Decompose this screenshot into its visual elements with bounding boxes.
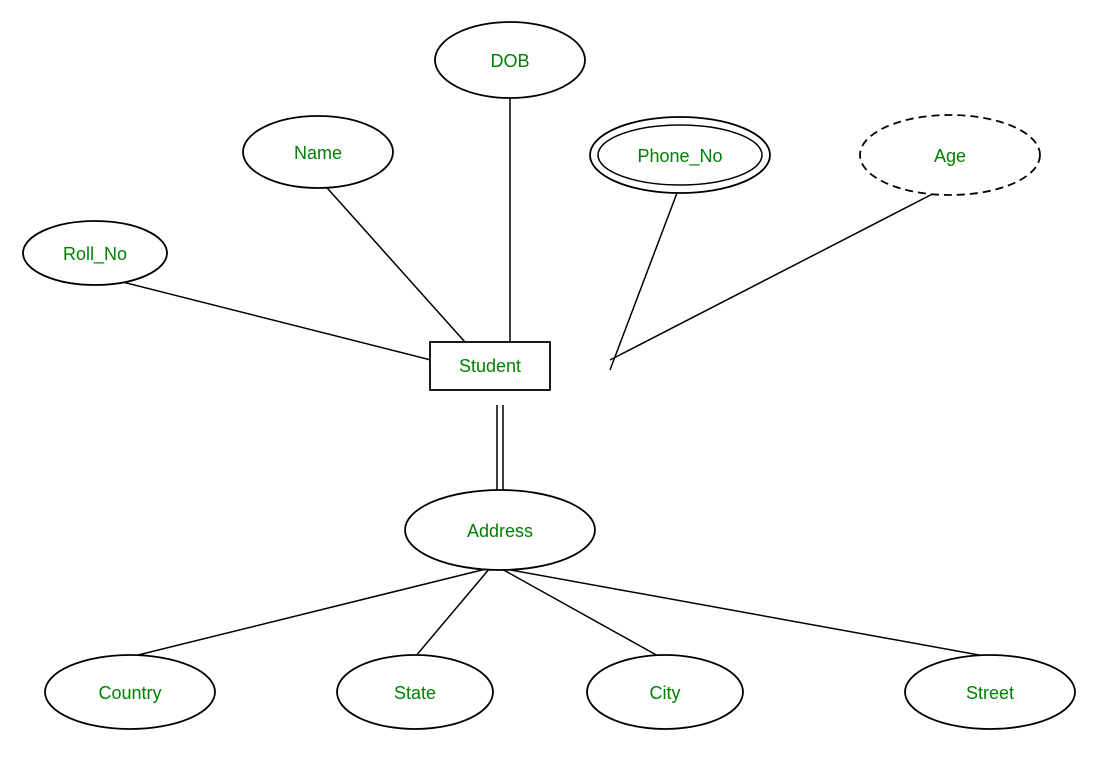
phone-no-label: Phone_No <box>637 146 722 167</box>
country-label: Country <box>98 683 161 703</box>
dob-label: DOB <box>490 51 529 71</box>
student-label: Student <box>459 356 521 376</box>
roll-no-label: Roll_No <box>63 244 127 265</box>
name-label: Name <box>294 143 342 163</box>
city-label: City <box>650 683 681 703</box>
age-label: Age <box>934 146 966 166</box>
street-label: Street <box>966 683 1014 703</box>
er-diagram: Student DOB Name Phone_No Age Roll_No Ad… <box>0 0 1112 753</box>
address-label: Address <box>467 521 533 541</box>
state-label: State <box>394 683 436 703</box>
